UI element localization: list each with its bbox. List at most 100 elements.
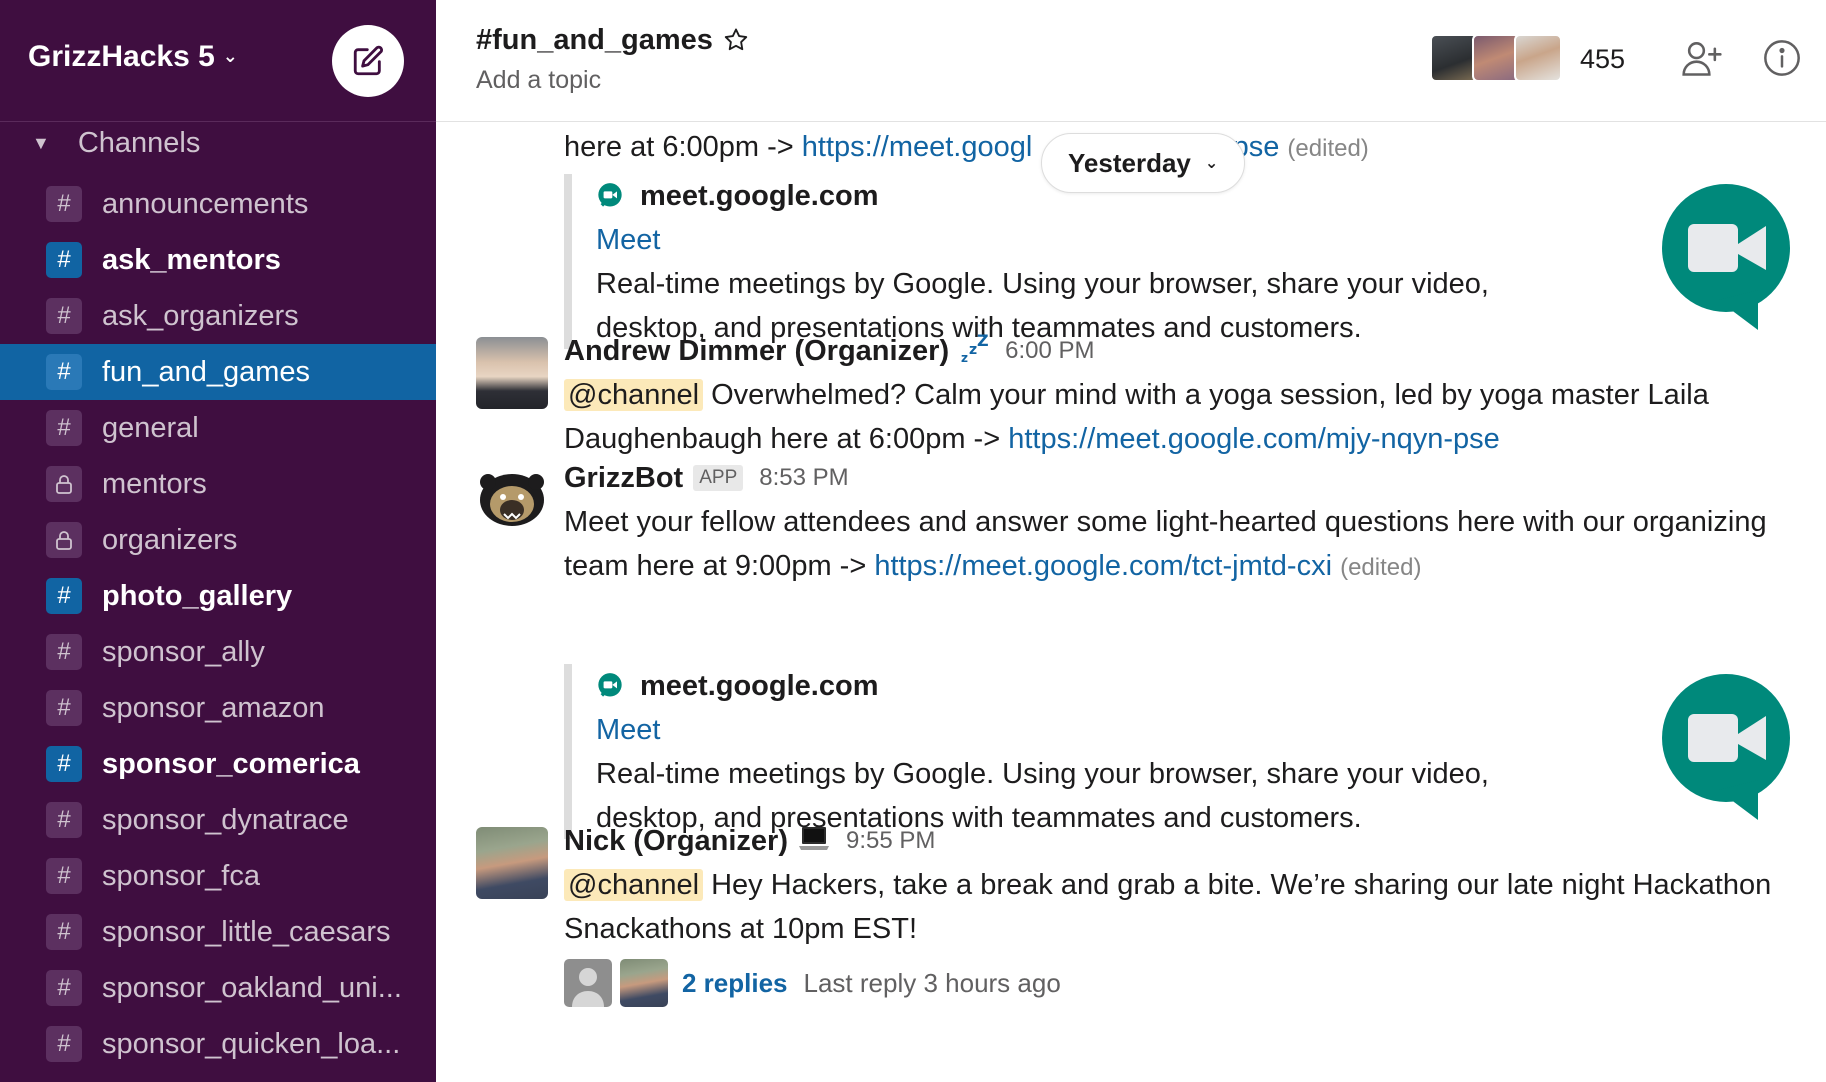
message-link[interactable]: https://meet.google.com/mjy-nqyn-pse: [1008, 423, 1500, 455]
channel-header: #fun_and_games Add a topic 455: [436, 0, 1826, 122]
author-name[interactable]: Nick (Organizer): [564, 825, 788, 858]
lock-icon: [46, 466, 82, 502]
message-timestamp[interactable]: 8:53 PM: [759, 464, 848, 492]
thread-last-reply: Last reply 3 hours ago: [803, 967, 1061, 998]
hash-icon: #: [46, 186, 82, 222]
google-meet-favicon-icon: [598, 183, 622, 207]
channels-section-toggle[interactable]: ▼ Channels: [0, 122, 436, 164]
sidebar-channel-item[interactable]: # sponsor_dynatrace: [0, 792, 436, 848]
channel-name: photo_gallery: [102, 579, 293, 612]
link-preview: meet.google.com Meet Real-time meetings …: [564, 664, 1794, 839]
message-text: @channel Overwhelmed? Calm your mind wit…: [564, 373, 1806, 461]
sidebar-channel-item[interactable]: # ask_organizers: [0, 288, 436, 344]
hash-icon: #: [46, 578, 82, 614]
thread-replies-link[interactable]: 2 replies: [682, 968, 788, 999]
hash-icon: #: [46, 242, 82, 278]
sidebar-channel-item[interactable]: # ask_mentors: [0, 232, 436, 288]
bot-avatar[interactable]: [476, 464, 548, 536]
chevron-down-icon: ⌄: [1204, 155, 1219, 172]
author-name[interactable]: GrizzBot: [564, 462, 683, 495]
sidebar-channel-item[interactable]: # sponsor_comerica: [0, 736, 436, 792]
author-name[interactable]: Andrew Dimmer (Organizer): [564, 335, 949, 368]
star-icon[interactable]: [722, 26, 750, 54]
avatar[interactable]: [476, 827, 548, 899]
message-link-head: https://meet.googl: [801, 131, 1033, 163]
hash-icon: #: [46, 298, 82, 334]
google-meet-favicon-icon: [598, 673, 622, 697]
reply-avatar-placeholder: [564, 959, 612, 1007]
slack-window: GrizzHacks 5 ⌄ ▼ Channels # announcements #…: [0, 0, 1826, 1082]
message-text: Meet your fellow attendees and answer so…: [564, 500, 1806, 590]
svg-text:Z: Z: [977, 334, 989, 350]
message-body: GrizzBot APP 8:53 PM Meet your fellow at…: [564, 456, 1806, 590]
message-timestamp[interactable]: 6:00 PM: [1005, 337, 1094, 365]
add-user-icon[interactable]: [1680, 36, 1724, 80]
sidebar-channel-item[interactable]: mentors: [0, 456, 436, 512]
channel-name: mentors: [102, 467, 207, 500]
edited-label: (edited): [1340, 554, 1422, 581]
channel-name: sponsor_little_caesars: [102, 915, 391, 948]
compose-icon: [353, 45, 383, 76]
channel-name: sponsor_comerica: [102, 747, 360, 780]
date-divider-button[interactable]: Yesterday ⌄: [1041, 133, 1246, 193]
message-body: Nick (Organizer) 9:55 PM @channel Hey Ha…: [564, 819, 1806, 1009]
channel-name: announcements: [102, 187, 309, 220]
hash-icon: #: [46, 858, 82, 894]
hash-icon: #: [46, 1026, 82, 1062]
info-icon[interactable]: [1762, 38, 1802, 78]
sidebar-channel-item[interactable]: organizers: [0, 512, 436, 568]
sidebar-channel-item[interactable]: # sponsor_oakland_uni...: [0, 960, 436, 1016]
hash-icon: #: [46, 746, 82, 782]
channel-title[interactable]: #fun_and_games: [476, 24, 713, 57]
message-link[interactable]: https://meet.google.com/tct-jmtd-cxi: [874, 550, 1332, 582]
avatar[interactable]: [476, 337, 548, 409]
compose-button[interactable]: [332, 25, 404, 97]
google-meet-logo-icon: [1662, 184, 1790, 330]
svg-text:z: z: [961, 351, 968, 364]
edited-label: (edited): [1287, 135, 1369, 162]
channel-name: fun_and_games: [102, 355, 310, 388]
reply-avatar: [620, 959, 668, 1007]
member-avatar: [1514, 34, 1562, 82]
hash-icon: #: [46, 802, 82, 838]
channel-name: general: [102, 411, 199, 444]
member-avatars[interactable]: [1430, 34, 1562, 82]
message-meta: GrizzBot APP 8:53 PM: [564, 456, 1806, 500]
preview-title-link[interactable]: Meet: [596, 708, 1794, 752]
add-topic-link[interactable]: Add a topic: [476, 66, 601, 95]
thread-summary[interactable]: 2 replies Last reply 3 hours ago: [564, 957, 1806, 1009]
workspace-switcher[interactable]: GrizzHacks 5 ⌄: [28, 40, 238, 74]
channel-mention[interactable]: @channel: [564, 379, 704, 411]
message-meta: Andrew Dimmer (Organizer) zzZ 6:00 PM: [564, 329, 1806, 373]
preview-site-name: meet.google.com: [640, 179, 879, 212]
channel-name: sponsor_quicken_loa...: [102, 1027, 401, 1060]
member-count[interactable]: 455: [1580, 44, 1625, 75]
message-meta: Nick (Organizer) 9:55 PM: [564, 819, 1806, 863]
sidebar-channel-item[interactable]: # sponsor_amazon: [0, 680, 436, 736]
chevron-down-icon: ⌄: [222, 46, 238, 66]
workspace-header: GrizzHacks 5 ⌄: [0, 0, 436, 122]
preview-title-link[interactable]: Meet: [596, 218, 1794, 262]
channel-name: organizers: [102, 523, 238, 556]
workspace-name: GrizzHacks 5: [28, 40, 215, 73]
sidebar-channel-item[interactable]: # photo_gallery: [0, 568, 436, 624]
channel-name: sponsor_ally: [102, 635, 265, 668]
message-text: @channel Hey Hackers, take a break and g…: [564, 863, 1806, 951]
message-list: here at 6:00pm -> https://meet.googlyn-p…: [436, 123, 1826, 1082]
sidebar-channel-item[interactable]: # sponsor_little_caesars: [0, 904, 436, 960]
channel-list: # announcements # ask_mentors # ask_organizer…: [0, 176, 436, 1072]
sidebar-channel-item[interactable]: # general: [0, 400, 436, 456]
sidebar-channel-item[interactable]: # fun_and_games: [0, 344, 436, 400]
hash-icon: #: [46, 690, 82, 726]
hash-icon: #: [46, 634, 82, 670]
preview-site-name: meet.google.com: [640, 669, 879, 702]
sidebar-channel-item[interactable]: # announcements: [0, 176, 436, 232]
message-timestamp[interactable]: 9:55 PM: [846, 827, 935, 855]
message-text-segment: here at 6:00pm ->: [564, 131, 802, 163]
sidebar-channel-item[interactable]: # sponsor_quicken_loa...: [0, 1016, 436, 1072]
sidebar-channel-item[interactable]: # sponsor_fca: [0, 848, 436, 904]
channel-mention[interactable]: @channel: [564, 869, 704, 901]
channel-name: sponsor_oakland_uni...: [102, 971, 402, 1004]
grizzly-logo-icon: [480, 474, 544, 526]
sidebar-channel-item[interactable]: # sponsor_ally: [0, 624, 436, 680]
